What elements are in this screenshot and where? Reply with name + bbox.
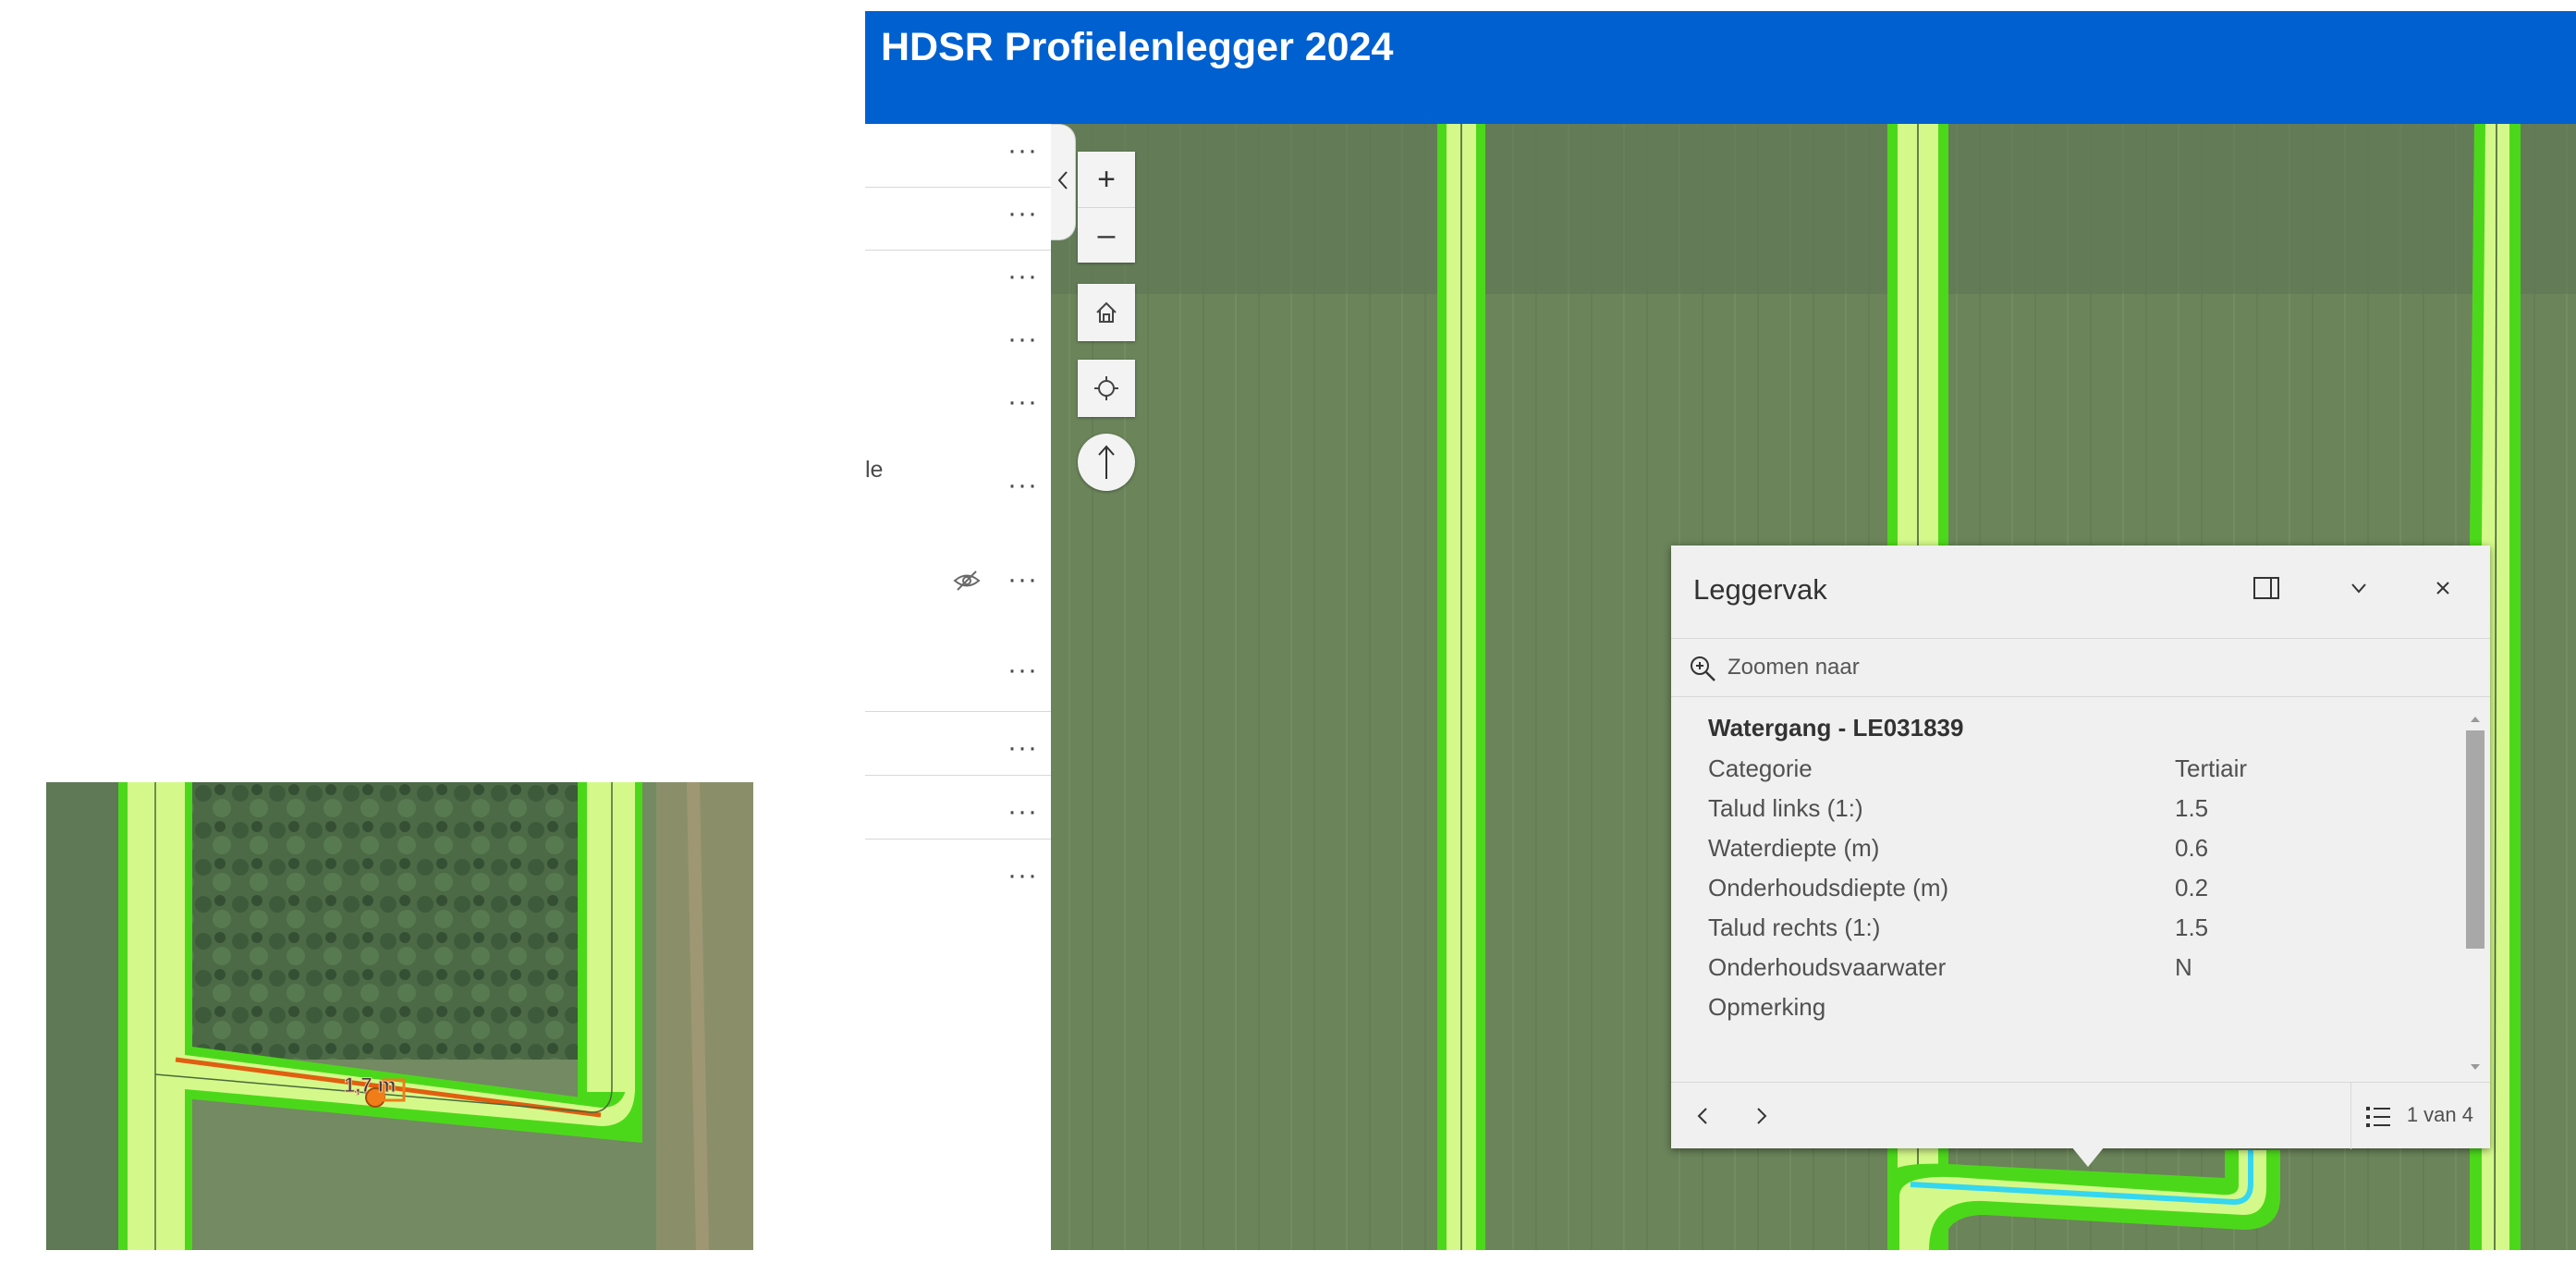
app-title: HDSR Profielenlegger 2024 (881, 25, 1394, 69)
popup-pointer (2071, 1147, 2105, 1167)
zoom-out-button[interactable]: – (1078, 206, 1135, 264)
dock-button[interactable] (2246, 570, 2287, 610)
layer-row[interactable]: ··· (865, 124, 1051, 188)
more-options-button[interactable]: ··· (1007, 137, 1038, 165)
locate-button[interactable] (1078, 360, 1135, 417)
feature-title: Watergang - LE031839 (1708, 714, 1964, 742)
inset-map: 1,7 m (46, 782, 753, 1250)
attribute-name: Talud links (1:) (1708, 794, 1863, 822)
dock-icon (2252, 576, 2280, 605)
more-options-button[interactable]: ··· (1007, 656, 1038, 684)
layer-row[interactable]: ··· (865, 250, 1051, 313)
layer-row[interactable]: ··· (865, 187, 1051, 251)
chevron-down-icon (2350, 582, 2368, 599)
more-options-button[interactable]: ··· (1007, 200, 1038, 227)
attribute-value: N (2175, 953, 2192, 981)
scroll-up-icon[interactable] (2466, 710, 2484, 729)
collapse-popup-button[interactable] (2338, 570, 2379, 610)
more-options-button[interactable]: ··· (1007, 388, 1038, 416)
popup-content: Watergang - LE031839 Categorie Tertiair … (1671, 697, 2490, 1080)
feature-menu-button[interactable]: 1 van 4 (2350, 1083, 2490, 1149)
attribute-name: Categorie (1708, 754, 1813, 782)
panel-collapse-tab[interactable] (1051, 124, 1076, 240)
compass-button[interactable] (1078, 434, 1135, 491)
layer-panel: ··· ··· ··· ··· ··· le ··· ··· ··· ··· ·… (865, 124, 1051, 1250)
chevron-right-icon (1755, 1106, 1768, 1131)
chevron-left-icon (1696, 1106, 1709, 1131)
popup-footer: 1 van 4 (1671, 1082, 2490, 1149)
layer-row[interactable]: le ··· (865, 438, 1051, 521)
home-icon (1093, 300, 1119, 325)
home-button[interactable] (1078, 284, 1135, 341)
layer-label: le (865, 457, 884, 483)
attribute-name: Waterdiepte (m) (1708, 834, 1880, 862)
popup-scrollbar[interactable] (2466, 710, 2484, 1076)
more-options-button[interactable]: ··· (1007, 798, 1038, 826)
attribute-name: Talud rechts (1:) (1708, 914, 1881, 941)
layer-row[interactable]: ··· (865, 313, 1051, 375)
attribute-value: 1.5 (2175, 914, 2209, 941)
more-options-button[interactable]: ··· (1007, 734, 1038, 762)
attribute-name: Onderhoudsdiepte (m) (1708, 874, 1949, 901)
inset-map-graphic: 1,7 m (46, 782, 753, 1250)
more-options-button[interactable]: ··· (1007, 325, 1038, 353)
popup-title: Leggervak (1693, 573, 1827, 606)
compass-arrow-icon (1093, 444, 1120, 481)
chevron-left-icon (1056, 169, 1069, 196)
attribute-value: 0.2 (2175, 874, 2209, 901)
previous-feature-button[interactable] (1684, 1099, 1721, 1136)
scroll-thumb[interactable] (2466, 730, 2484, 949)
attribute-name: Opmerking (1708, 993, 1826, 1021)
close-icon (2434, 579, 2452, 602)
feature-popup: Leggervak Zoomen naar Watergang - LE0318… (1671, 546, 2490, 1167)
pager-text: 1 van 4 (2406, 1103, 2473, 1126)
more-options-button[interactable]: ··· (1007, 472, 1038, 499)
measurement-label: 1,7 m (344, 1073, 396, 1097)
zoom-in-button[interactable]: + (1097, 152, 1116, 207)
more-options-button[interactable]: ··· (1007, 263, 1038, 290)
locate-icon (1093, 374, 1120, 402)
app-header: HDSR Profielenlegger 2024 (865, 11, 2576, 124)
close-popup-button[interactable] (2423, 570, 2463, 610)
layer-row[interactable]: ··· (865, 776, 1051, 840)
more-options-button[interactable]: ··· (1007, 862, 1038, 889)
layer-row[interactable]: ··· (865, 632, 1051, 712)
list-icon (2364, 1103, 2392, 1135)
attribute-value: 1.5 (2175, 794, 2209, 822)
attribute-value: 0.6 (2175, 834, 2209, 862)
popup-header: Leggervak (1671, 546, 2490, 639)
attribute-value: Tertiair (2175, 754, 2248, 782)
layer-row[interactable]: ··· (865, 840, 1051, 902)
attribute-name: Onderhoudsvaarwater (1708, 953, 1947, 981)
more-options-button[interactable]: ··· (1007, 566, 1038, 594)
next-feature-button[interactable] (1743, 1099, 1780, 1136)
scroll-down-icon[interactable] (2466, 1058, 2484, 1076)
zoom-in-icon (1688, 654, 1717, 688)
zoom-to-label: Zoomen naar (1728, 655, 1860, 680)
zoom-to-action[interactable]: Zoomen naar (1671, 639, 2490, 697)
layer-row[interactable]: ··· (865, 712, 1051, 776)
eye-off-icon[interactable] (953, 570, 981, 596)
zoom-control: + – (1078, 152, 1135, 263)
layer-row[interactable]: ··· (865, 375, 1051, 438)
layer-row[interactable]: ··· (865, 549, 1051, 632)
